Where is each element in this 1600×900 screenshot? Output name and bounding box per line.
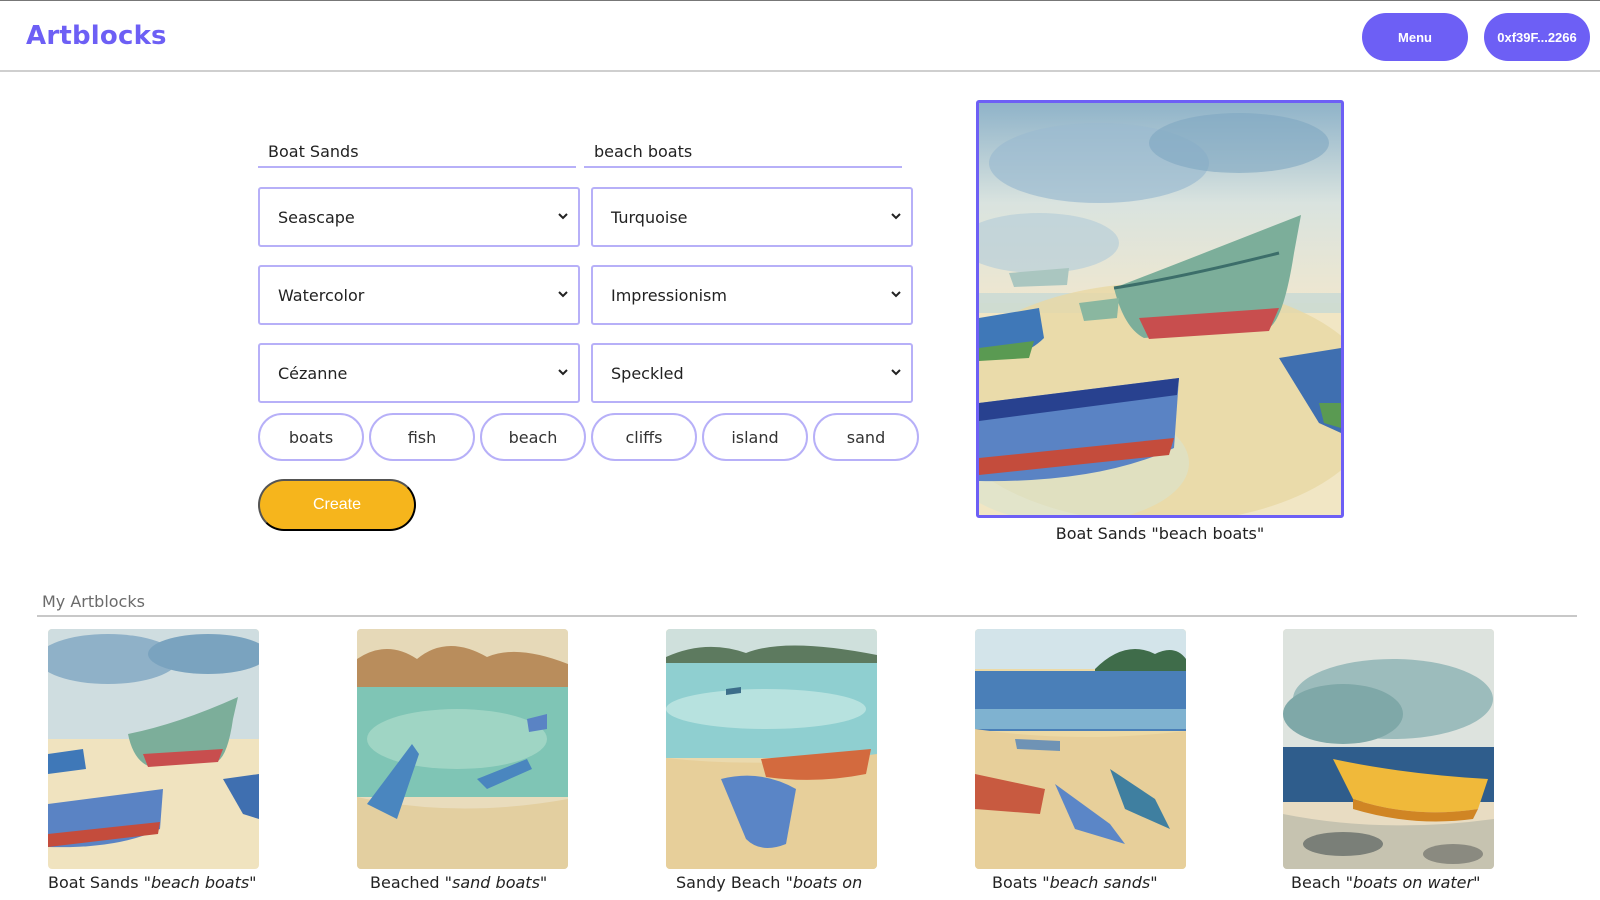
subject-select-value: Seascape (278, 207, 355, 227)
top-bar: Artblocks Menu 0xf39F...2266 (0, 0, 1600, 72)
tag-chip-beach[interactable]: beach (480, 413, 586, 461)
gallery-thumbnail[interactable] (975, 629, 1186, 869)
style-select[interactable]: Impressionism (591, 265, 913, 325)
tag-chip-sand[interactable]: sand (813, 413, 919, 461)
gallery-caption: Beached "sand boats" (370, 873, 548, 892)
create-button[interactable]: Create (258, 479, 416, 531)
style-select-value: Impressionism (611, 285, 727, 305)
texture-select[interactable]: Speckled (591, 343, 913, 403)
chevron-down-icon (558, 291, 568, 298)
gallery-title: My Artblocks (42, 592, 145, 611)
color-select[interactable]: Turquoise (591, 187, 913, 247)
tag-chip-cliffs[interactable]: cliffs (591, 413, 697, 461)
chevron-down-icon (891, 213, 901, 220)
chevron-down-icon (558, 213, 568, 220)
artwork-preview-image (976, 100, 1344, 518)
gallery-caption: Boats "beach sands" (992, 873, 1158, 892)
tag-chip-fish[interactable]: fish (369, 413, 475, 461)
gallery-caption: Boat Sands "beach boats" (48, 873, 257, 892)
gallery-caption: Beach "boats on water" (1291, 873, 1481, 892)
color-select-value: Turquoise (611, 207, 688, 227)
artist-select[interactable]: Cézanne (258, 343, 580, 403)
subtitle-input[interactable] (584, 128, 902, 168)
gallery-thumbnail[interactable] (357, 629, 568, 869)
artist-select-value: Cézanne (278, 363, 348, 383)
gallery-divider (37, 615, 1577, 617)
chevron-down-icon (891, 369, 901, 376)
medium-select-value: Watercolor (278, 285, 365, 305)
tag-chip-island[interactable]: island (702, 413, 808, 461)
texture-select-value: Speckled (611, 363, 684, 383)
preview-caption: Boat Sands "beach boats" (1055, 524, 1265, 543)
chevron-down-icon (558, 369, 568, 376)
gallery-caption: Sandy Beach "boats on (676, 873, 863, 892)
wallet-address-button[interactable]: 0xf39F...2266 (1484, 13, 1590, 61)
tag-chip-boats[interactable]: boats (258, 413, 364, 461)
gallery-thumbnail[interactable] (666, 629, 877, 869)
app-logo[interactable]: Artblocks (26, 21, 167, 51)
gallery-thumbnail[interactable] (48, 629, 259, 869)
gallery-thumbnail[interactable] (1283, 629, 1494, 869)
chevron-down-icon (891, 291, 901, 298)
medium-select[interactable]: Watercolor (258, 265, 580, 325)
menu-button[interactable]: Menu (1362, 13, 1468, 61)
title-input[interactable] (258, 128, 576, 168)
subject-select[interactable]: Seascape (258, 187, 580, 247)
